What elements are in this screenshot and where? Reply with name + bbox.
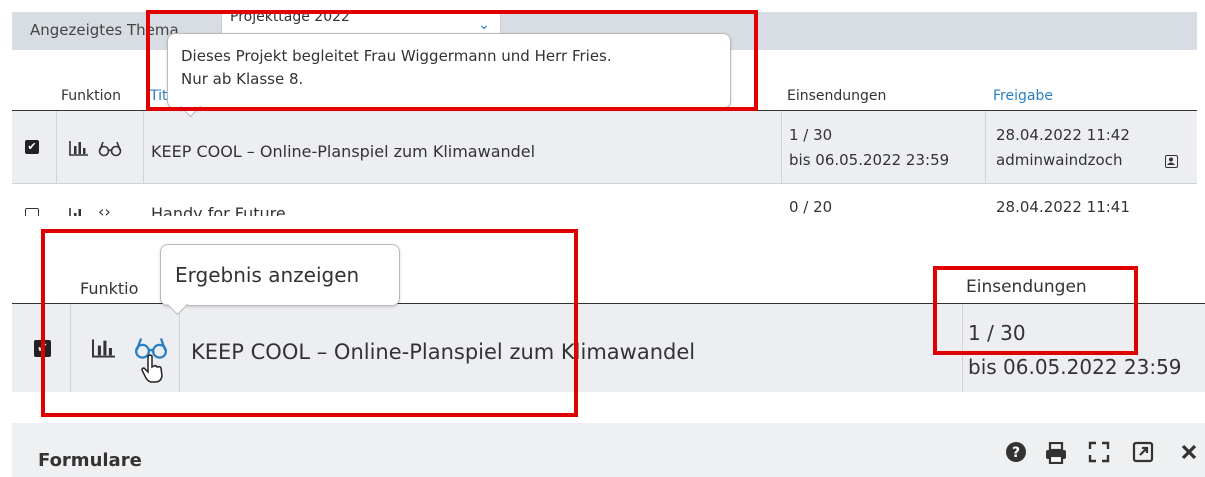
print-icon[interactable] [1043, 441, 1069, 469]
close-icon[interactable] [1176, 441, 1202, 468]
row-submissions: 1 / 30 [789, 126, 833, 144]
column-divider [56, 111, 57, 183]
bar-chart-icon[interactable] [68, 206, 90, 216]
row-checkbox[interactable]: ✔ [25, 140, 39, 154]
user-icon[interactable] [1165, 155, 1178, 168]
panel-title: Formulare [38, 450, 142, 471]
row-release-user: adminwaindzoch [996, 151, 1123, 169]
highlight-box [933, 266, 1138, 355]
row-deadline: bis 06.05.2022 23:59 [789, 151, 950, 169]
popout-icon[interactable] [1130, 441, 1156, 468]
column-divider [781, 111, 782, 183]
zoom-row-deadline: bis 06.05.2022 23:59 [968, 355, 1182, 379]
svg-text:?: ? [1012, 445, 1020, 461]
row-release-date: 28.04.2022 11:42 [996, 126, 1130, 144]
row-submissions: 0 / 20 [789, 198, 833, 216]
highlight-box [146, 10, 758, 111]
row-title[interactable]: KEEP COOL – Online-Planspiel zum Klimawa… [151, 142, 535, 161]
row-release-date: 28.04.2022 11:41 [996, 198, 1130, 216]
column-release[interactable]: Freigabe [993, 88, 1053, 104]
row-checkbox[interactable] [25, 208, 39, 216]
column-divider [143, 111, 144, 183]
link-icon[interactable]: ‹› [98, 202, 111, 216]
glasses-icon[interactable] [98, 139, 122, 161]
bar-chart-icon[interactable] [68, 139, 90, 161]
row-title[interactable]: Handy for Future [151, 204, 286, 216]
column-divider [985, 111, 986, 183]
column-submissions: Einsendungen [787, 88, 887, 104]
expand-icon[interactable] [1086, 441, 1112, 468]
help-icon[interactable]: ? [1003, 441, 1029, 468]
highlight-box [41, 229, 578, 417]
table-row: ‹› Handy for Future 0 / 20 28.04.2022 11… [12, 184, 1197, 216]
column-function: Funktion [61, 88, 121, 104]
